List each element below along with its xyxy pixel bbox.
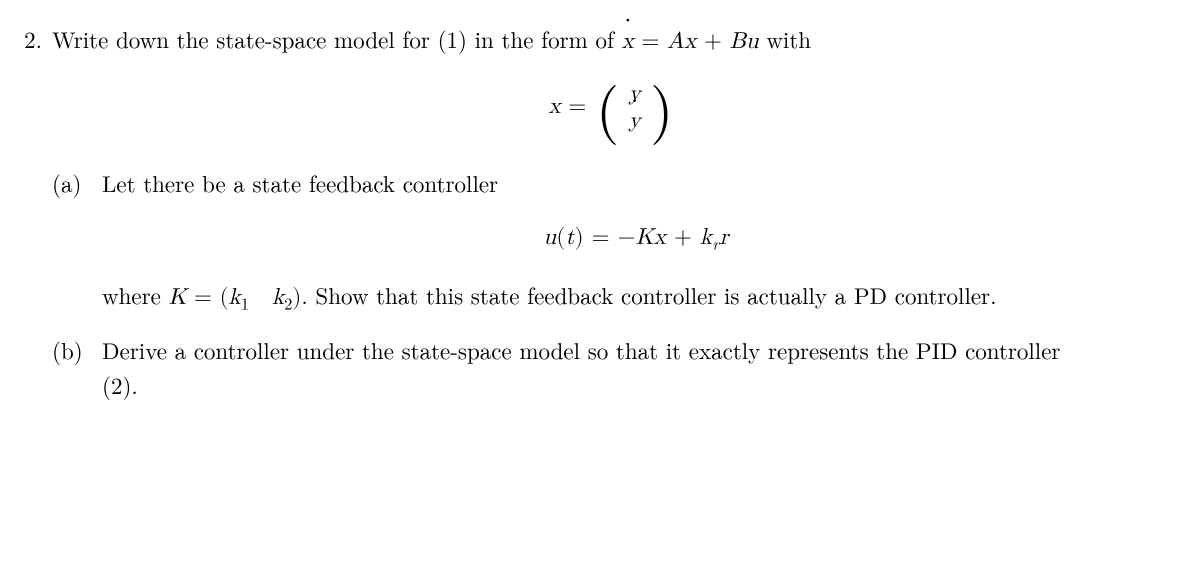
eq-sign-2: = [568, 94, 594, 117]
part-a-label: (a) [52, 166, 102, 201]
k1: k [229, 286, 241, 309]
u-of-t: u(t) [543, 226, 583, 249]
x-lhs: x [548, 94, 560, 117]
K-sym-2: K [169, 286, 187, 309]
K-close: ). [292, 286, 307, 309]
paren-right: ) [650, 76, 673, 136]
neg-sign: − [618, 226, 636, 249]
eq-sign-3: = [584, 226, 618, 249]
part-b-line2: (2). [102, 368, 1170, 403]
part-a-intro: Let there be a state feedback controller [102, 166, 498, 199]
where-prefix: where [102, 278, 169, 311]
K-eq-open: = ( [186, 286, 228, 309]
problem-page: 2. Write down the state-space model for … [0, 0, 1200, 566]
part-b-line1: Derive a controller under the state-spac… [102, 333, 1170, 368]
k2: k [272, 286, 284, 309]
controller-equation: u(t) = −Kx + krr [102, 218, 1170, 256]
prompt-text: Write down the state-space model for (1)… [52, 22, 811, 55]
where-suffix: Show that this state feedback controller… [308, 278, 997, 311]
part-a: (a) Let there be a state feedback contro… [12, 166, 1170, 316]
state-vector-definition: x = ( y y ) [52, 78, 1170, 138]
vector-row-2: y [629, 108, 641, 134]
part-b-content: Derive a controller under the state-spac… [102, 333, 1170, 402]
k-space [249, 278, 272, 311]
eq-sign: = [634, 30, 667, 53]
vector-entries: y y [627, 78, 643, 138]
r-sym: r [719, 226, 728, 249]
prompt-suffix: with [759, 22, 811, 55]
part-a-where: where K = (k1 k2). Show that this state … [102, 278, 1170, 316]
k-sym: k [700, 226, 712, 249]
paren-left: ( [596, 76, 619, 136]
problem-content: Write down the state-space model for (1)… [52, 22, 1170, 160]
K-sym: K [636, 226, 654, 249]
prompt-prefix: Write down the state-space model for (1)… [52, 22, 622, 55]
Bu: Bu [730, 30, 759, 53]
plus-2: + [666, 226, 700, 249]
part-a-content: Let there be a state feedback controller… [102, 166, 1170, 316]
problem-number: 2. [12, 22, 52, 57]
plus-1: + [696, 30, 729, 53]
state-vector: ( y y ) [596, 78, 674, 138]
part-b-label: (b) [52, 333, 102, 368]
part-b: (b) Derive a controller under the state-… [12, 333, 1170, 402]
k1-sub: 1 [241, 290, 249, 314]
x-dot: x [622, 25, 634, 60]
problem-item: 2. Write down the state-space model for … [12, 22, 1170, 160]
x-sym: x [654, 226, 666, 249]
Ax: Ax [667, 30, 696, 53]
